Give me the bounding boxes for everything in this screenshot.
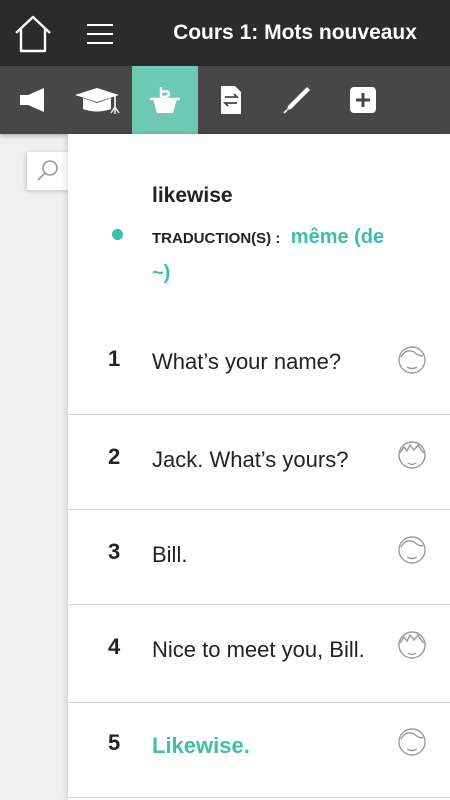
translation: TRADUCTION(S) : même (de ~) (152, 220, 402, 292)
tab-write[interactable] (264, 66, 330, 134)
dialogue-line[interactable]: 1 What’s your name? (68, 314, 450, 415)
line-text: Bill. (152, 542, 188, 567)
graduation-cap-icon (75, 88, 120, 114)
vocabulary-box-icon (150, 87, 180, 113)
line-text: Likewise. (152, 733, 250, 758)
tab-vocabulary[interactable] (132, 66, 198, 134)
line-text: Jack. What’s yours? (152, 447, 349, 472)
dialogue-line[interactable]: 3 Bill. (68, 509, 450, 605)
tab-audio[interactable] (0, 66, 66, 134)
line-text: Nice to meet you, Bill. (152, 637, 365, 662)
dialogue-line[interactable]: 4 Nice to meet you, Bill. (68, 604, 450, 703)
vocabulary-entry: likewise TRADUCTION(S) : même (de ~) (68, 134, 450, 284)
menu-icon[interactable] (84, 20, 116, 48)
translation-label: TRADUCTION(S) : (152, 230, 281, 247)
person-a-face-icon (398, 728, 426, 756)
search-button[interactable] (27, 152, 69, 190)
tab-more[interactable] (330, 66, 396, 134)
line-text: What’s your name? (152, 349, 342, 374)
megaphone-icon (20, 88, 44, 112)
lesson-content: likewise TRADUCTION(S) : même (de ~) 1 W… (68, 134, 450, 800)
line-number: 4 (108, 634, 121, 659)
dialogue-line[interactable]: 2 Jack. What’s yours? (68, 414, 450, 510)
translate-document-icon (221, 86, 241, 114)
line-number: 3 (108, 539, 121, 564)
plus-square-icon (350, 87, 376, 113)
tab-translation[interactable] (198, 66, 264, 134)
page-title: Cours 1: Mots nouveaux (173, 21, 417, 44)
line-number: 1 (108, 346, 121, 371)
vocabulary-word: likewise (152, 184, 233, 207)
pen-icon (283, 87, 310, 114)
person-a-face-icon (398, 346, 426, 374)
home-icon[interactable] (12, 13, 54, 55)
search-icon (37, 160, 58, 181)
dialogue-line[interactable]: 5 Likewise. (68, 702, 450, 798)
line-number: 2 (108, 444, 121, 469)
bullet-dot (112, 229, 123, 240)
person-b-face-icon (398, 441, 426, 469)
person-a-face-icon (398, 536, 426, 564)
top-bar: Cours 1: Mots nouveaux (0, 0, 450, 66)
tab-learn[interactable] (66, 66, 132, 134)
lesson-toolbar (0, 66, 450, 134)
line-number: 5 (108, 730, 121, 755)
person-b-face-icon (398, 631, 426, 659)
